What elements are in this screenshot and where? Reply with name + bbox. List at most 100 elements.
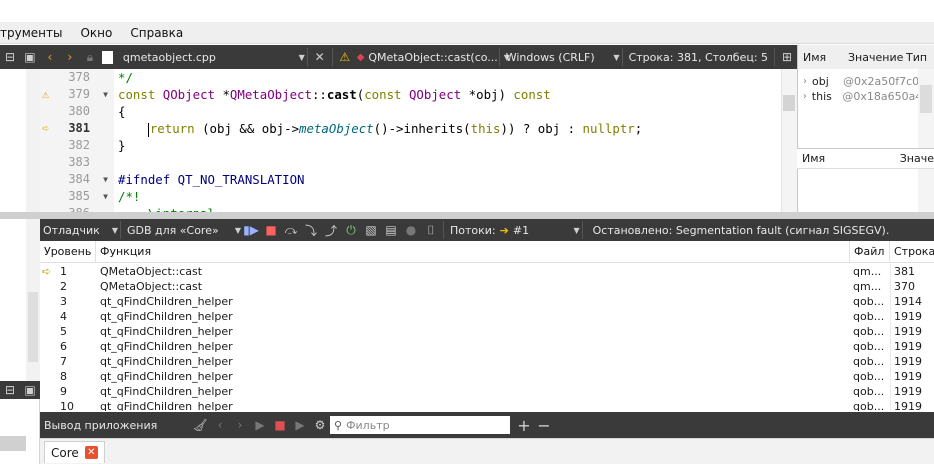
- gear-icon[interactable]: ⚙: [310, 413, 330, 437]
- line-ending-combo[interactable]: Windows (CRLF) ▼: [502, 45, 620, 69]
- step-into-icon[interactable]: ⤵: [301, 218, 321, 242]
- stack-row[interactable]: 7 qt_qFindChildren_helper qob... 1919: [40, 354, 934, 369]
- code-line[interactable]: */: [118, 69, 133, 86]
- gutter-line[interactable]: 385 ▼: [40, 188, 114, 205]
- stack-row[interactable]: 6 qt_qFindChildren_helper qob... 1919: [40, 339, 934, 354]
- menu-window[interactable]: Окно: [71, 22, 121, 44]
- cursor-position[interactable]: Строка: 381, Столбец: 5: [625, 51, 772, 64]
- code-text: *obj): [461, 87, 514, 102]
- frame-function: qt_qFindChildren_helper: [100, 325, 233, 338]
- menu-tools[interactable]: трументы: [0, 22, 71, 44]
- back-icon[interactable]: ‹: [40, 45, 60, 69]
- stack-row[interactable]: ➪ 1 QMetaObject::cast qm... 381: [40, 264, 934, 279]
- code-keyword: nullptr: [582, 121, 635, 136]
- next-icon[interactable]: ›: [230, 413, 250, 437]
- prev-icon[interactable]: ‹: [210, 413, 230, 437]
- gutter-line[interactable]: 378: [40, 69, 114, 86]
- function-combo[interactable]: ◆ QMetaObject::cast(co... ▼: [355, 45, 510, 69]
- stop-debug-icon[interactable]: ■: [261, 218, 281, 242]
- code-line[interactable]: #ifndef QT_NO_TRANSLATION: [118, 171, 305, 188]
- frame-line: 1919: [894, 400, 922, 411]
- gutter-line[interactable]: 381 ➪: [40, 120, 114, 137]
- editor-scrollbar[interactable]: [781, 69, 797, 212]
- stack-row[interactable]: 10 qt_qFindChildren_helper qob... 1919: [40, 399, 934, 411]
- zoom-in-icon[interactable]: +: [514, 413, 534, 437]
- col-name[interactable]: Имя: [798, 51, 844, 64]
- filter-input[interactable]: ⚲ Фильтр: [330, 416, 510, 434]
- code-text: (obj && obj->: [194, 121, 300, 136]
- continue-icon[interactable]: ▮▶: [241, 218, 261, 242]
- stack-row[interactable]: 5 qt_qFindChildren_helper qob... 1919: [40, 324, 934, 339]
- stack-row[interactable]: 4 qt_qFindChildren_helper qob... 1919: [40, 309, 934, 324]
- output-toolbar: Вывод приложения 🧹︎ ‹ › ▶ ■ ▶ ⚙ ⚲ Фильтр…: [40, 412, 934, 438]
- local-name: this: [811, 90, 832, 103]
- frame-file: qob...: [853, 370, 885, 383]
- snapshot-icon[interactable]: ⌷: [421, 218, 441, 242]
- col-value[interactable]: Значение: [844, 51, 903, 64]
- code-line[interactable]: \internal: [118, 205, 215, 212]
- line-ending: Windows (CRLF): [505, 50, 595, 64]
- split-icon[interactable]: ⊟: [0, 45, 20, 69]
- close-icon[interactable]: ✕: [310, 45, 330, 69]
- run-icon[interactable]: ▶: [250, 413, 270, 437]
- locals-row[interactable]: › this @0x18a650a4 C: [798, 89, 934, 104]
- locals-scroll-thumb[interactable]: [920, 85, 932, 113]
- watch-col-name[interactable]: Имя: [797, 152, 900, 165]
- stop-icon[interactable]: ■: [270, 413, 290, 437]
- left-scroll-thumb[interactable]: [28, 292, 38, 362]
- file-combo[interactable]: qmetaobject.cpp ▼: [100, 45, 305, 69]
- left-bottom-selected-item[interactable]: [0, 436, 26, 451]
- split-editor-icon[interactable]: ⊞: [777, 45, 797, 69]
- engine-combo[interactable]: GDB для «Core» ▼: [123, 218, 241, 242]
- code-editor[interactable]: */const QObject *QMetaObject::cast(const…: [114, 69, 781, 212]
- step-over-icon[interactable]: ⤼: [281, 218, 301, 242]
- warning-icon[interactable]: ⚠: [42, 87, 49, 102]
- code-keyword: this: [470, 121, 501, 136]
- stack-row[interactable]: 9 qt_qFindChildren_helper qob... 1919: [40, 384, 934, 399]
- editor-scroll-thumb[interactable]: [783, 95, 795, 111]
- gutter-line[interactable]: 380: [40, 103, 114, 120]
- step-out-icon[interactable]: ⤴: [321, 218, 341, 242]
- code-comment: */: [118, 70, 133, 85]
- tab-core[interactable]: Core ✕: [44, 441, 105, 463]
- close-sidebar-icon[interactable]: ▣: [20, 45, 40, 69]
- thread-combo[interactable]: ➔ #1 ▼: [500, 218, 580, 242]
- attach-debugger-icon[interactable]: ▶: [290, 413, 310, 437]
- code-line[interactable]: return (obj && obj->metaObject()->inheri…: [118, 120, 642, 137]
- expand-icon[interactable]: ›: [798, 91, 812, 102]
- watch-col-value[interactable]: Значе: [900, 152, 934, 165]
- forward-icon[interactable]: ›: [60, 45, 80, 69]
- fold-icon[interactable]: ▼: [103, 86, 108, 103]
- clean-icon[interactable]: 🧹︎: [190, 413, 210, 437]
- gutter-line[interactable]: 382: [40, 137, 114, 154]
- debugger-combo[interactable]: Отладчик ▼: [40, 218, 118, 242]
- fold-icon[interactable]: ▼: [103, 188, 108, 205]
- col-file[interactable]: Файл: [850, 241, 890, 263]
- warning-icon[interactable]: ⚠: [335, 45, 355, 69]
- zoom-out-icon[interactable]: −: [534, 413, 554, 437]
- operate-by-instruction-icon[interactable]: ▤: [381, 218, 401, 242]
- code-line[interactable]: /*!: [118, 188, 140, 205]
- close-icon[interactable]: ✕: [84, 446, 98, 459]
- fold-icon[interactable]: ▼: [103, 171, 108, 188]
- gutter-line[interactable]: 379 ▼ ⚠: [40, 86, 114, 103]
- expand-icon[interactable]: ›: [798, 76, 812, 87]
- code-line[interactable]: }: [118, 137, 125, 154]
- stack-row[interactable]: 8 qt_qFindChildren_helper qob... 1919: [40, 369, 934, 384]
- col-line[interactable]: Строка: [890, 241, 934, 263]
- stack-row[interactable]: 3 qt_qFindChildren_helper qob... 1914: [40, 294, 934, 309]
- code-line[interactable]: const QObject *QMetaObject::cast(const Q…: [118, 86, 551, 103]
- col-function[interactable]: Функция: [96, 241, 850, 263]
- toggle-breakpoint-icon[interactable]: ▧: [361, 218, 381, 242]
- code-line[interactable]: {: [118, 103, 125, 120]
- divider: [774, 48, 776, 66]
- menu-help[interactable]: Справка: [121, 22, 192, 44]
- stack-row[interactable]: 2 QMetaObject::cast qm... 370: [40, 279, 934, 294]
- restart-icon[interactable]: ⏻: [341, 218, 361, 242]
- col-type[interactable]: Тип: [902, 51, 927, 64]
- col-level[interactable]: Уровень: [40, 241, 96, 263]
- gutter-line[interactable]: 383: [40, 154, 114, 171]
- locals-row[interactable]: › obj @0x2a50f7c0 C: [798, 74, 934, 89]
- gutter-line[interactable]: 384 ▼: [40, 171, 114, 188]
- breakpoint-icon[interactable]: ●: [401, 218, 421, 242]
